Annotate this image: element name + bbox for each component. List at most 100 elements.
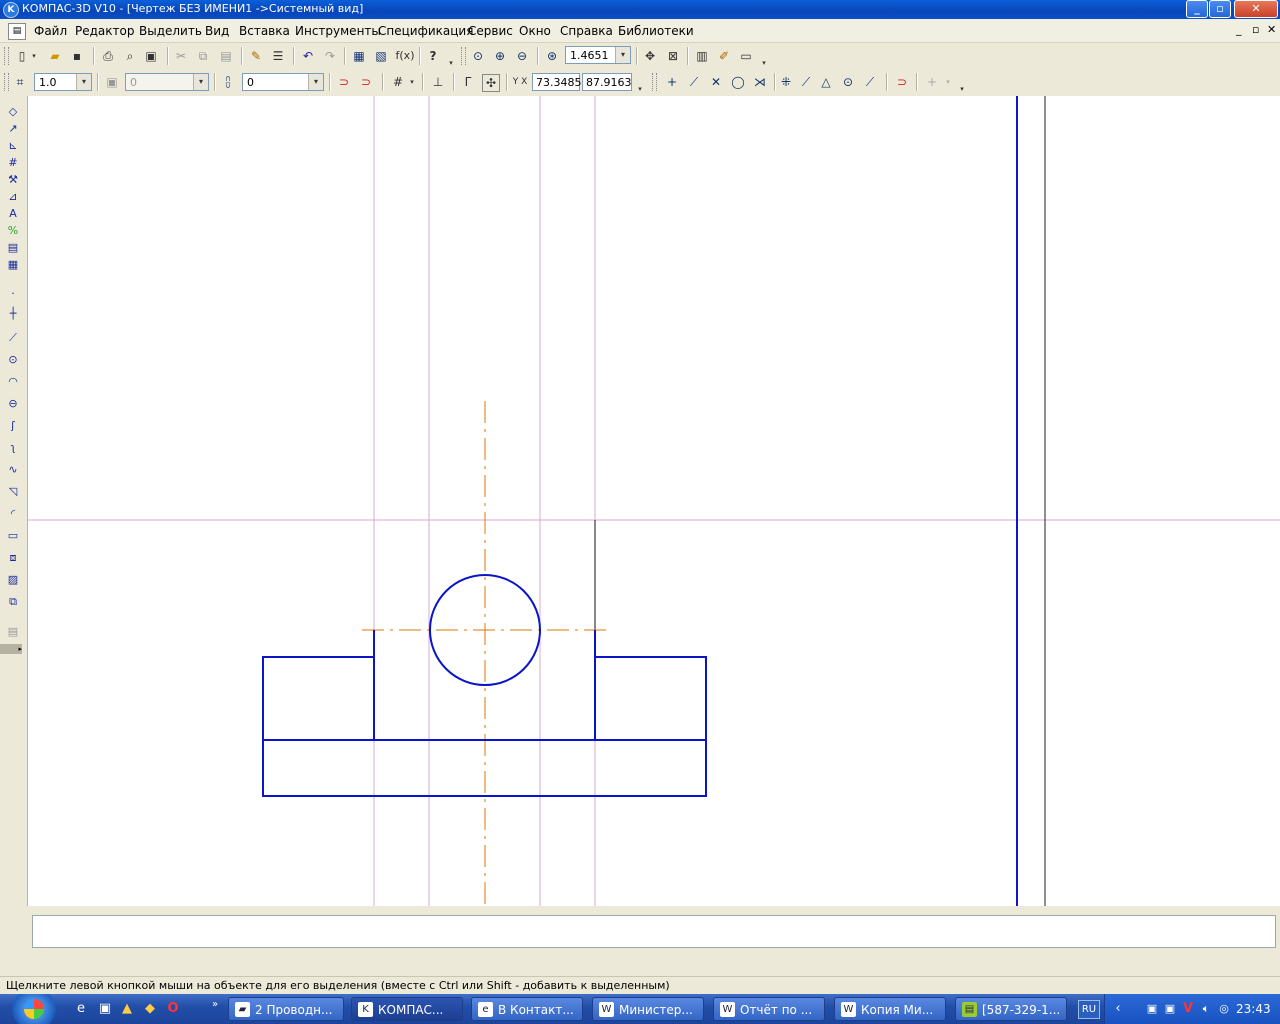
menu-specification[interactable]: Спецификация xyxy=(378,24,473,38)
snap-magnet-icon[interactable]: ⊃ xyxy=(336,74,352,90)
zoom-in-icon[interactable]: ⊕ xyxy=(492,48,508,64)
export-icon[interactable]: ▣ xyxy=(143,48,159,64)
menu-editor[interactable]: Редактор xyxy=(75,24,134,38)
step-field[interactable]: 1.0 ▾ xyxy=(34,73,92,91)
segment-icon[interactable]: ⟋ xyxy=(5,330,21,346)
pan-icon[interactable]: ✥ xyxy=(642,48,658,64)
zoom-out-icon[interactable]: ⊖ xyxy=(514,48,530,64)
layer-field[interactable]: 0 ▾ xyxy=(242,73,324,91)
app-quicklaunch-icon[interactable]: ▲ xyxy=(118,1000,136,1018)
zoom-field[interactable]: 1.4651 ▾ xyxy=(565,46,631,64)
designations-panel-icon[interactable]: ⊾ xyxy=(5,138,21,154)
dimensions-panel-icon[interactable]: ↗ xyxy=(5,121,21,137)
arc-icon[interactable]: ◠ xyxy=(5,374,21,390)
coord-y-field[interactable]: 87.9163 xyxy=(582,73,632,91)
taskbar-item-icq[interactable]: ▤ [587-329-1... xyxy=(955,997,1067,1021)
redo-icon[interactable]: ↷ xyxy=(322,48,338,64)
layer-dropdown-icon[interactable]: ▾ xyxy=(308,74,323,90)
network-icon-2[interactable]: ▣ xyxy=(1161,1000,1179,1018)
paste-icon[interactable]: ▤ xyxy=(218,48,234,64)
menu-help[interactable]: Справка xyxy=(560,24,613,38)
step-cursor-icon[interactable]: ⌗ xyxy=(12,74,28,90)
menu-window[interactable]: Окно xyxy=(519,24,551,38)
refresh-icon[interactable]: ▥ xyxy=(694,48,710,64)
close-button[interactable]: ✕ xyxy=(1234,0,1278,18)
taskbar-item-explorer[interactable]: ▰ 2 Проводн... xyxy=(228,997,344,1021)
continuous-input-icon[interactable]: ʃ xyxy=(5,418,21,434)
reports-panel-icon[interactable]: ▦ xyxy=(5,257,21,273)
taskbar-item-vkontakte[interactable]: eВ Контакт... xyxy=(471,997,583,1021)
document-icon[interactable]: ▤ xyxy=(8,23,26,40)
drawing-canvas[interactable] xyxy=(28,96,1280,906)
new-document-icon[interactable]: ▯ xyxy=(14,48,30,64)
local-cs-icon[interactable]: ⊥ xyxy=(430,74,446,90)
network-icon[interactable]: ▣ xyxy=(1143,1000,1161,1018)
undo-icon[interactable]: ↶ xyxy=(300,48,316,64)
library-manager-icon[interactable]: ▧ xyxy=(373,48,389,64)
kompas-app-icon[interactable]: K xyxy=(3,2,19,18)
help-cursor-icon[interactable]: ? xyxy=(425,48,441,64)
redraw-icon[interactable]: ✐ xyxy=(716,48,732,64)
menu-tools[interactable]: Инструменты xyxy=(295,24,381,38)
circle-icon[interactable]: ⊙ xyxy=(5,352,21,368)
contour-icon[interactable]: ⧈ xyxy=(5,550,21,566)
snap-nearest-icon[interactable]: + xyxy=(664,74,680,90)
panel-expand-icon[interactable]: ▸ xyxy=(0,644,22,654)
rectangle-icon[interactable]: ▭ xyxy=(5,528,21,544)
local-snap-icon[interactable]: ⊃ xyxy=(358,74,374,90)
snap-midpoint-icon[interactable]: △ xyxy=(818,74,834,90)
taskbar-item-ministry[interactable]: W Министер... xyxy=(592,997,704,1021)
macro-icon[interactable]: ▤ xyxy=(5,624,21,640)
copy-icon[interactable]: ⧉ xyxy=(195,48,211,64)
show-all-icon[interactable]: ⊠ xyxy=(665,48,681,64)
zoom-scale-icon[interactable]: ⊛ xyxy=(544,48,560,64)
measure-panel-icon[interactable]: ⊿ xyxy=(5,189,21,205)
taskbar-item-report[interactable]: W Отчёт по ... xyxy=(713,997,825,1021)
properties-icon[interactable]: ✎ xyxy=(248,48,264,64)
coord-x-field[interactable]: 73.3485 xyxy=(532,73,582,91)
print-icon[interactable]: ⎙ xyxy=(100,48,116,64)
toolbar-overflow-icon-4[interactable]: ▾ xyxy=(958,81,966,97)
edit-panel-icon[interactable]: # xyxy=(5,155,21,171)
select-panel-icon[interactable]: A xyxy=(5,206,21,222)
opera-icon[interactable]: O xyxy=(164,1000,182,1018)
associative-views-icon[interactable]: % xyxy=(5,223,21,239)
snap-on-curve-icon[interactable]: ⟋ xyxy=(862,74,878,90)
taskbar-item-kompas[interactable]: K КОМПАС... xyxy=(351,997,463,1021)
view-state-icon[interactable]: ▣ xyxy=(104,74,120,90)
snap-end-icon[interactable]: ⟋ xyxy=(686,74,702,90)
menu-libraries[interactable]: Библиотеки xyxy=(618,24,694,38)
snap-grid-icon[interactable]: + xyxy=(924,74,940,90)
open-icon[interactable]: ▰ xyxy=(47,48,63,64)
save-icon[interactable]: ▪ xyxy=(69,48,85,64)
point-icon[interactable]: · xyxy=(5,286,21,302)
screen-icon[interactable]: ▭ xyxy=(738,48,754,64)
spline-icon[interactable]: ∿ xyxy=(5,462,21,478)
list-icon[interactable]: ☰ xyxy=(270,48,286,64)
folder-quicklaunch-icon[interactable]: ◆ xyxy=(141,1000,159,1018)
step-dropdown-icon[interactable]: ▾ xyxy=(76,74,91,90)
doc-restore-button[interactable]: ▫ xyxy=(1252,23,1259,36)
zoom-window-icon[interactable]: ⊙ xyxy=(470,48,486,64)
start-button[interactable] xyxy=(0,994,62,1024)
doc-close-button[interactable]: ✕ xyxy=(1267,23,1276,36)
ellipse-icon[interactable]: ⊖ xyxy=(5,396,21,412)
snap-normal-icon[interactable]: ⋊ xyxy=(752,74,768,90)
layer-icon[interactable]: ⩉ xyxy=(220,74,236,90)
round-icon[interactable]: ✣ xyxy=(482,74,500,92)
parametrization-panel-icon[interactable]: ⚒ xyxy=(5,172,21,188)
menu-service[interactable]: Сервис xyxy=(468,24,513,38)
cut-icon[interactable]: ✂ xyxy=(173,48,189,64)
equidistant-icon[interactable]: ⧉ xyxy=(5,594,21,610)
volume-icon[interactable]: 🔈︎ xyxy=(1197,1000,1215,1018)
variables-icon[interactable]: f(x) xyxy=(395,48,415,64)
polyline-icon[interactable]: ʅ xyxy=(5,440,21,456)
specification-panel-icon[interactable]: ▤ xyxy=(5,240,21,256)
menu-view[interactable]: Вид xyxy=(205,24,229,38)
menu-file[interactable]: Файл xyxy=(34,24,67,38)
view-field[interactable]: 0 ▾ xyxy=(125,73,209,91)
aux-line-icon[interactable]: ┼ xyxy=(5,306,21,322)
language-indicator[interactable]: RU xyxy=(1078,1000,1100,1019)
fillet-icon[interactable]: ◜ xyxy=(5,506,21,522)
snap-alignment-icon[interactable]: ⁜ xyxy=(778,74,794,90)
